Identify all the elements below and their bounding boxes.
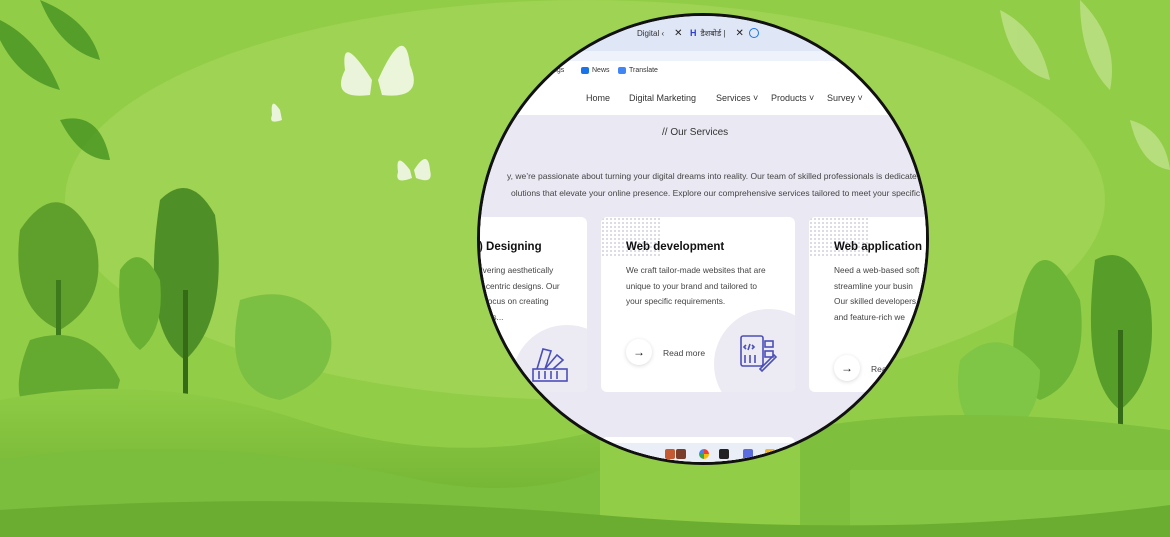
new-tab-icon[interactable] — [749, 25, 759, 41]
nav-products[interactable]: Products ˅ — [771, 93, 814, 103]
color-palette-icon — [532, 348, 568, 382]
site-navbar: Home Digital Marketing Services ˅ Produc… — [480, 83, 926, 116]
site-logo-icon: H — [690, 28, 697, 38]
browser-tab[interactable]: Digital ‹ ✕ — [637, 25, 683, 41]
app-icon[interactable] — [719, 449, 729, 459]
nav-survey[interactable]: Survey ˅ — [827, 93, 863, 103]
card-description: Need a web-based soft streamline your bu… — [834, 265, 920, 322]
close-icon[interactable]: ✕ — [674, 28, 682, 39]
nav-services[interactable]: Services ˅ — [716, 93, 758, 103]
news-icon — [581, 67, 589, 74]
os-taskbar — [480, 443, 926, 462]
read-more-link[interactable]: Read more — [663, 348, 705, 358]
service-card-web-application[interactable]: Web application Need a web-based soft st… — [809, 217, 926, 392]
teams-icon[interactable] — [743, 449, 753, 459]
service-card-web-development[interactable]: Web development We craft tailor-made web… — [601, 217, 795, 392]
address-bar[interactable] — [480, 51, 926, 61]
intro-text: olutions that elevate your online presen… — [511, 188, 929, 198]
bookmark-translate[interactable]: Translate — [618, 67, 658, 74]
card-title: ) Designing — [479, 241, 542, 253]
card-title: Web development — [626, 241, 725, 253]
folder-icon[interactable] — [765, 449, 775, 459]
card-description: livering aesthetically y-centric designs… — [479, 265, 560, 322]
bookmarks-bar: ngs News Translate — [480, 61, 926, 83]
service-card-designing[interactable]: ) Designing livering aesthetically y-cen… — [479, 217, 587, 392]
browser-tab[interactable]: H डैशबोर्ड | ✕ — [690, 25, 744, 41]
translate-icon — [618, 67, 626, 74]
nav-home[interactable]: Home — [586, 93, 610, 103]
magnifier-lens: Digital ‹ ✕ H डैशबोर्ड | ✕ ngs News Tran… — [477, 13, 929, 465]
services-section: // Our Services y, we’re passionate abou… — [479, 115, 929, 462]
app-icon[interactable] — [676, 449, 686, 459]
read-more-link[interactable]: Rea — [871, 364, 887, 374]
app-icon[interactable] — [665, 449, 675, 459]
close-icon[interactable]: ✕ — [735, 28, 743, 39]
card-title: Web application — [834, 241, 922, 253]
nav-digital-marketing[interactable]: Digital Marketing — [629, 93, 696, 103]
browser-tab-strip: Digital ‹ ✕ H डैशबोर्ड | ✕ — [480, 16, 926, 51]
intro-text: y, we’re passionate about turning your d… — [507, 171, 917, 181]
code-editor-icon — [740, 335, 778, 373]
section-eyebrow: // Our Services — [662, 127, 729, 138]
bookmark-news[interactable]: News — [581, 67, 610, 74]
arrow-right-icon[interactable]: → — [834, 355, 860, 381]
arrow-right-icon[interactable]: → — [626, 339, 652, 365]
card-description: We craft tailor-made websites that are u… — [626, 265, 766, 306]
chrome-icon[interactable] — [699, 449, 709, 459]
bookmark-item[interactable]: ngs — [553, 67, 564, 74]
